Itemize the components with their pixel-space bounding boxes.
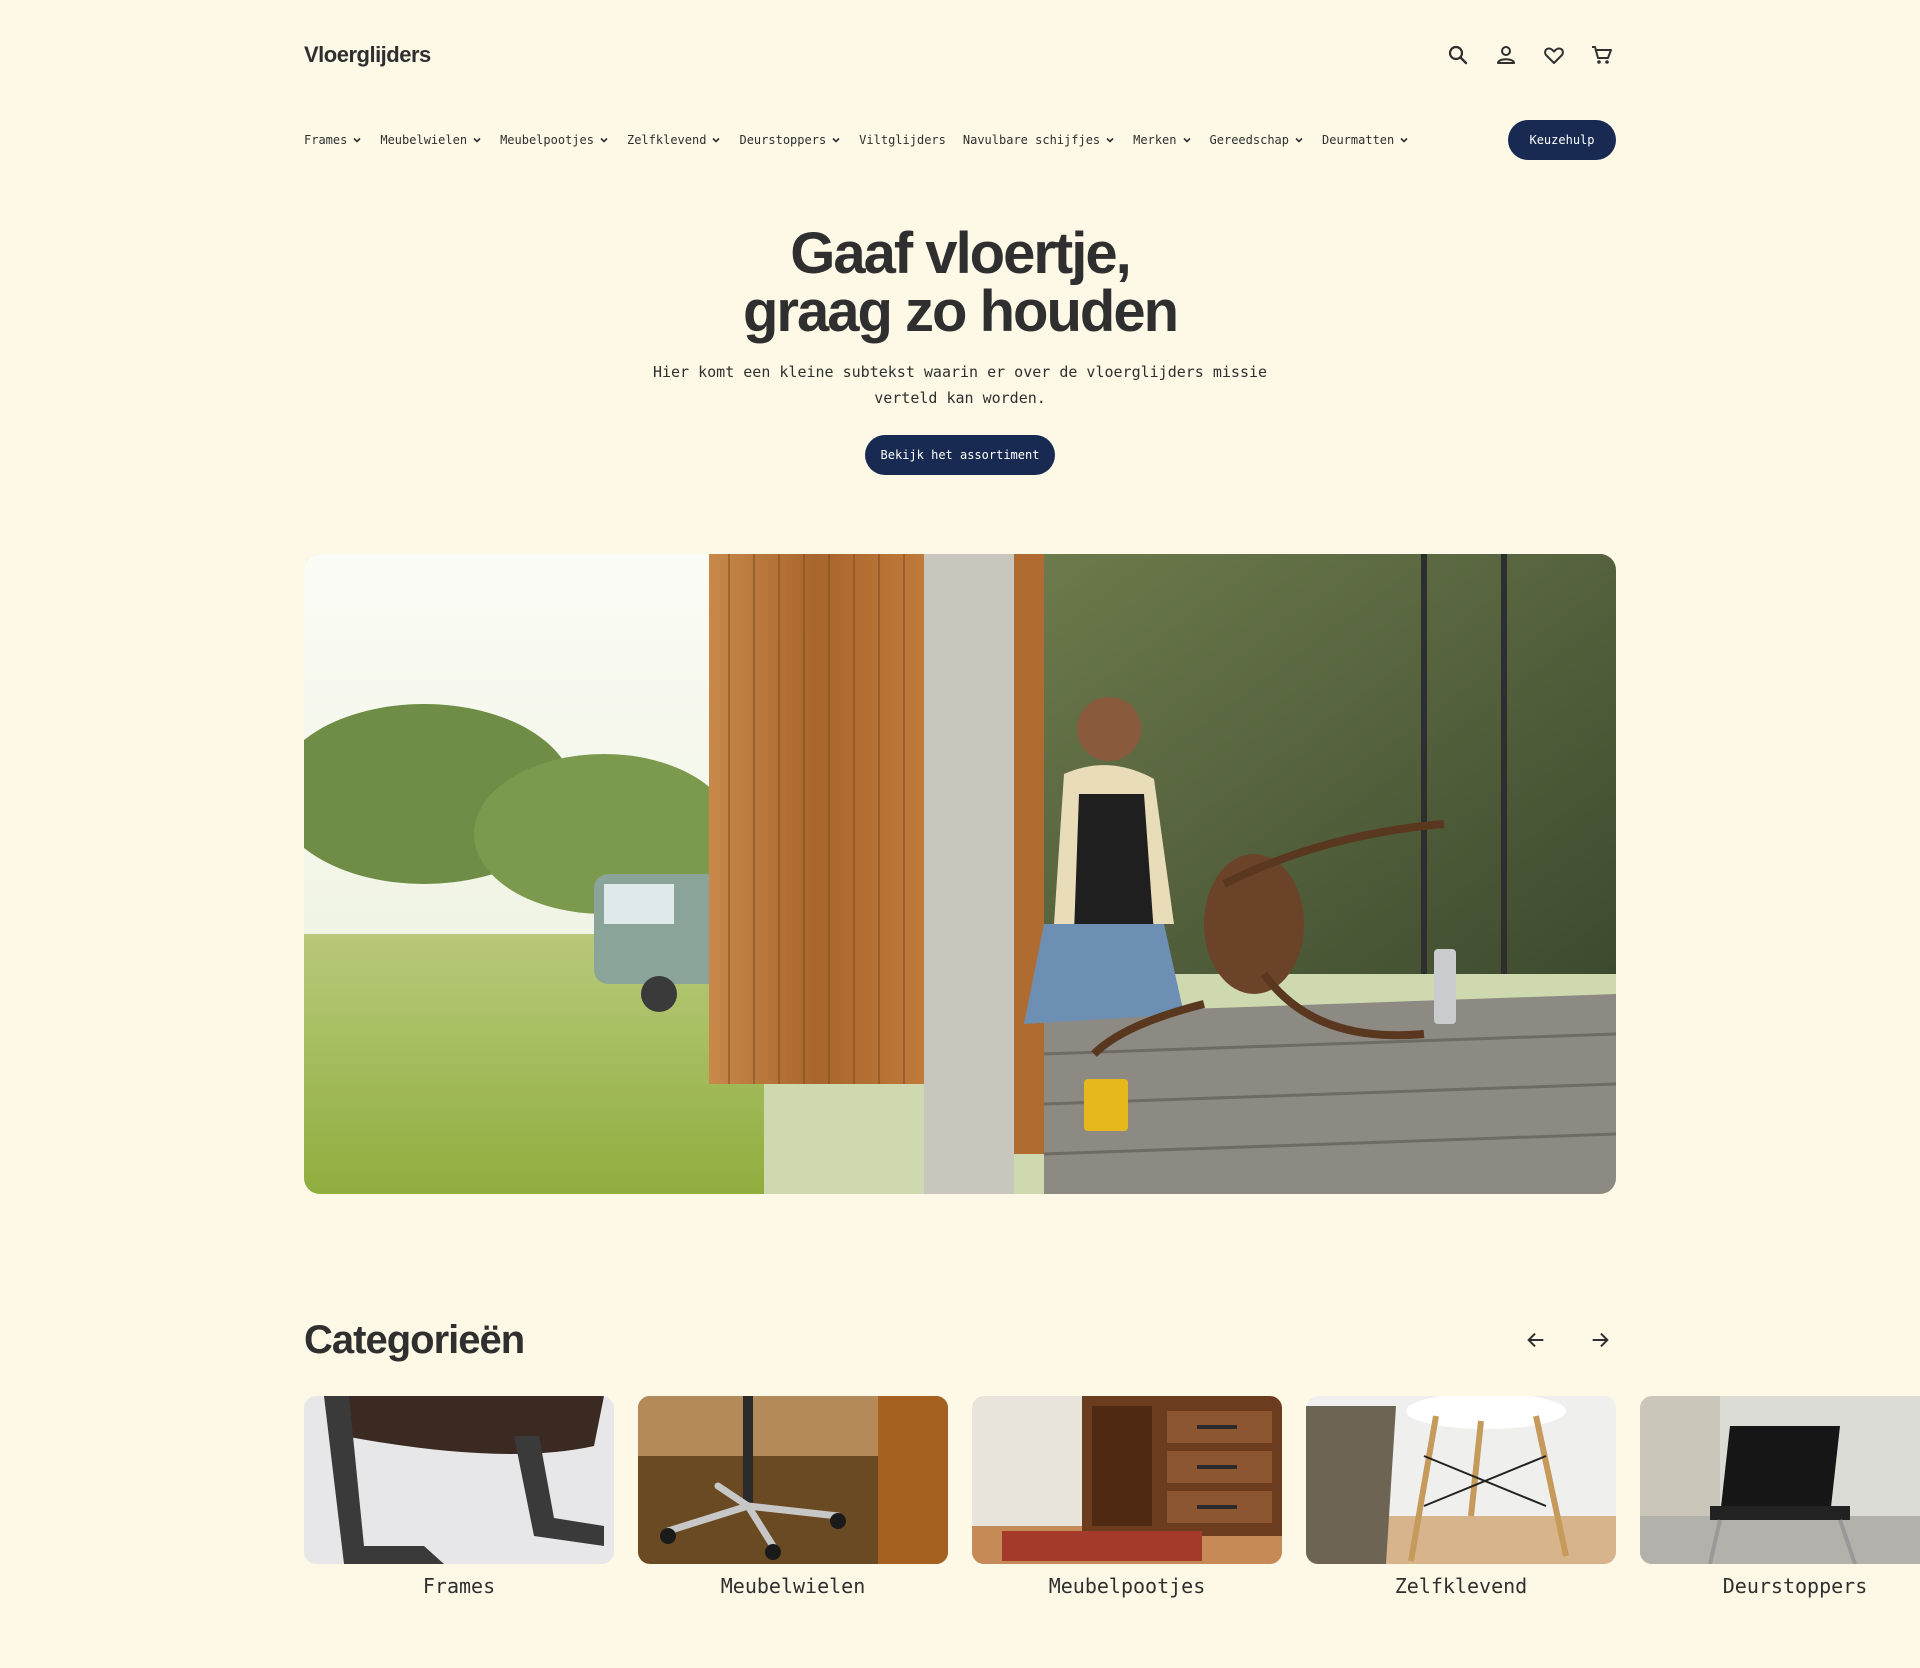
hero-image xyxy=(304,554,1616,1194)
arrow-left-icon[interactable] xyxy=(1522,1326,1550,1354)
chevron-down-icon xyxy=(1295,137,1303,143)
arrow-right-icon[interactable] xyxy=(1586,1326,1614,1354)
nav-item-label: Merken xyxy=(1133,133,1177,147)
nav-item-label: Meubelpootjes xyxy=(500,133,594,147)
categories-title: Categorieën xyxy=(304,1317,525,1362)
carousel-controls xyxy=(1522,1326,1614,1354)
category-image-deurstoppers xyxy=(1640,1396,1920,1564)
category-carousel: Frames Meubelwielen Meubelpootjes Zelfkl… xyxy=(304,1396,1920,1616)
chevron-down-icon xyxy=(353,137,361,143)
nav-item-meubelpootjes[interactable]: Meubelpootjes xyxy=(500,133,610,147)
chevron-down-icon xyxy=(473,137,481,143)
search-icon[interactable] xyxy=(1444,41,1472,69)
nav-item-gereedschap[interactable]: Gereedschap xyxy=(1210,133,1305,147)
chevron-down-icon xyxy=(712,137,721,143)
chevron-down-icon xyxy=(1106,137,1114,143)
header-icons xyxy=(1444,41,1616,69)
chevron-down-icon xyxy=(1182,137,1191,143)
category-card-zelfklevend[interactable]: Zelfklevend xyxy=(1306,1396,1616,1598)
nav-item-deurmatten[interactable]: Deurmatten xyxy=(1322,133,1410,147)
nav-item-label: Gereedschap xyxy=(1209,133,1289,147)
category-image-meubelpootjes xyxy=(972,1396,1282,1564)
nav-item-label: Deurmatten xyxy=(1322,133,1395,147)
nav-item-viltglijders[interactable]: Viltglijders xyxy=(859,133,946,147)
nav-item-label: Viltglijders xyxy=(859,133,946,147)
nav-item-deurstoppers[interactable]: Deurstoppers xyxy=(739,133,842,147)
category-label: Deurstoppers xyxy=(1722,1574,1868,1598)
hero-section: Gaaf vloertje, graag zo houden Hier komt… xyxy=(560,225,1360,475)
category-label: Zelfklevend xyxy=(1394,1574,1528,1598)
nav-item-navulbare-schijfjes[interactable]: Navulbare schijfjes xyxy=(963,133,1116,147)
site-header: Vloerglijders xyxy=(304,40,1616,70)
category-card-meubelwielen[interactable]: Meubelwielen xyxy=(638,1396,948,1598)
hero-title-line-2: graag zo houden xyxy=(743,279,1179,344)
heart-icon[interactable] xyxy=(1540,41,1568,69)
keuzehulp-button[interactable]: Keuzehulp xyxy=(1508,120,1616,160)
category-image-meubelwielen xyxy=(638,1396,948,1564)
user-icon[interactable] xyxy=(1492,41,1520,69)
nav-item-label: Navulbare schijfjes xyxy=(962,133,1101,147)
nav-item-zelfklevend[interactable]: Zelfklevend xyxy=(627,133,722,147)
category-image-zelfklevend xyxy=(1306,1396,1616,1564)
category-label: Meubelwielen xyxy=(720,1574,866,1598)
cart-icon[interactable] xyxy=(1588,41,1616,69)
nav-item-merken[interactable]: Merken xyxy=(1133,133,1192,147)
nav-item-frames[interactable]: Frames xyxy=(304,133,363,147)
main-navigation: Frames Meubelwielen Meubelpootjes Zelfkleve… xyxy=(304,120,1616,160)
category-card-meubelpootjes[interactable]: Meubelpootjes xyxy=(972,1396,1282,1598)
category-label: Meubelpootjes xyxy=(1048,1574,1206,1598)
category-card-deurstoppers[interactable]: Deurstoppers xyxy=(1640,1396,1920,1598)
view-assortment-button[interactable]: Bekijk het assortiment xyxy=(865,435,1055,475)
site-logo[interactable]: Vloerglijders xyxy=(304,42,431,68)
nav-item-label: Meubelwielen xyxy=(380,133,468,147)
hero-title-line-1: Gaaf vloertje, xyxy=(790,221,1131,286)
hero-subtitle: Hier komt een kleine subtekst waarin er … xyxy=(652,363,1268,407)
categories-header: Categorieën xyxy=(304,1312,1616,1368)
nav-item-label: Deurstoppers xyxy=(739,133,827,147)
category-card-frames[interactable]: Frames xyxy=(304,1396,614,1598)
nav-item-meubelwielen[interactable]: Meubelwielen xyxy=(380,133,483,147)
chevron-down-icon xyxy=(832,137,840,143)
nav-item-label: Frames xyxy=(304,133,348,147)
chevron-down-icon xyxy=(600,137,608,143)
hero-title: Gaaf vloertje, graag zo houden xyxy=(560,225,1360,341)
nav-items: Frames Meubelwielen Meubelpootjes Zelfkleve… xyxy=(304,133,1410,147)
category-image-frames xyxy=(304,1396,614,1564)
chevron-down-icon xyxy=(1400,137,1408,143)
category-label: Frames xyxy=(422,1574,496,1598)
nav-item-label: Zelfklevend xyxy=(626,133,707,147)
